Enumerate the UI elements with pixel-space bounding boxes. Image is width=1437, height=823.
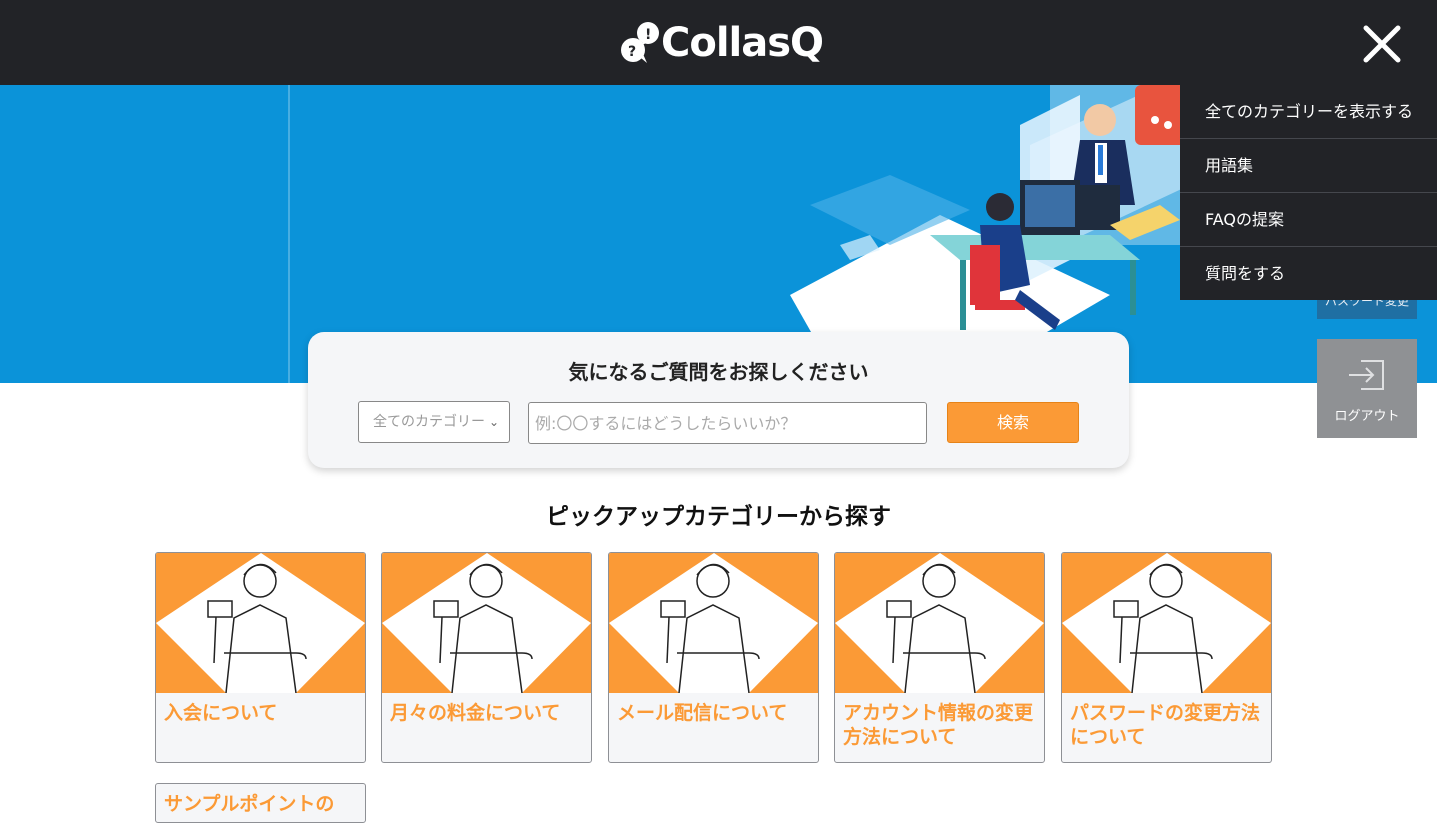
category-card[interactable]: サンプルポイントの xyxy=(155,783,366,823)
logout-label: ログアウト xyxy=(1334,409,1400,424)
logo-bubbles-icon: ! ? xyxy=(619,18,661,68)
logout-icon xyxy=(1349,360,1384,390)
category-card[interactable]: メール配信について xyxy=(608,552,819,763)
category-card-label: 月々の料金について xyxy=(390,702,561,724)
category-card[interactable]: アカウント情報の変更方法について xyxy=(834,552,1045,763)
top-header: ! ? CollasQ xyxy=(0,0,1437,85)
close-menu-button[interactable] xyxy=(1360,22,1404,66)
pickup-title: ピックアップカテゴリーから探す xyxy=(546,504,891,530)
svg-text:!: ! xyxy=(645,27,651,43)
search-title: 気になるご質問をお探しください xyxy=(568,360,869,384)
category-card-label: サンプルポイントの xyxy=(164,793,335,815)
svg-text:?: ? xyxy=(628,44,636,60)
search-panel: 気になるご質問をお探しください 全てのカテゴリー ⌄ 検索 xyxy=(308,332,1129,468)
category-card[interactable]: 入会について xyxy=(155,552,366,763)
category-select[interactable]: 全てのカテゴリー ⌄ xyxy=(358,401,510,443)
category-card-label: アカウント情報の変更方法について xyxy=(843,702,1034,748)
category-card-image xyxy=(835,553,1044,693)
menu-item-all-categories[interactable]: 全てのカテゴリーを表示する xyxy=(1180,85,1437,139)
menu-item-ask-question[interactable]: 質問をする xyxy=(1180,247,1437,301)
category-card-label: パスワードの変更方法について xyxy=(1070,702,1261,748)
category-card-label: メール配信について xyxy=(617,702,788,724)
search-button[interactable]: 検索 xyxy=(947,402,1079,443)
category-card-image xyxy=(156,553,365,693)
category-card[interactable]: パスワードの変更方法について xyxy=(1061,552,1272,763)
category-card-image xyxy=(382,553,591,693)
chevron-down-icon: ⌄ xyxy=(488,415,499,429)
nav-dropdown-menu: 全てのカテゴリーを表示する 用語集 FAQの提案 質問をする xyxy=(1180,85,1437,300)
category-select-value: 全てのカテゴリー xyxy=(373,414,485,430)
category-card-label: 入会について xyxy=(164,702,278,724)
search-input[interactable] xyxy=(528,402,927,444)
menu-item-faq-suggestion[interactable]: FAQの提案 xyxy=(1180,193,1437,247)
category-card[interactable]: 月々の料金について xyxy=(381,552,592,763)
logout-button[interactable]: ログアウト xyxy=(1317,339,1417,438)
category-card-image xyxy=(609,553,818,693)
brand-name: CollasQ xyxy=(661,20,824,66)
hero-divider xyxy=(288,85,290,383)
menu-item-glossary[interactable]: 用語集 xyxy=(1180,139,1437,193)
brand-logo[interactable]: ! ? CollasQ xyxy=(619,18,824,68)
category-card-image xyxy=(1062,553,1271,693)
close-icon xyxy=(1363,25,1401,63)
